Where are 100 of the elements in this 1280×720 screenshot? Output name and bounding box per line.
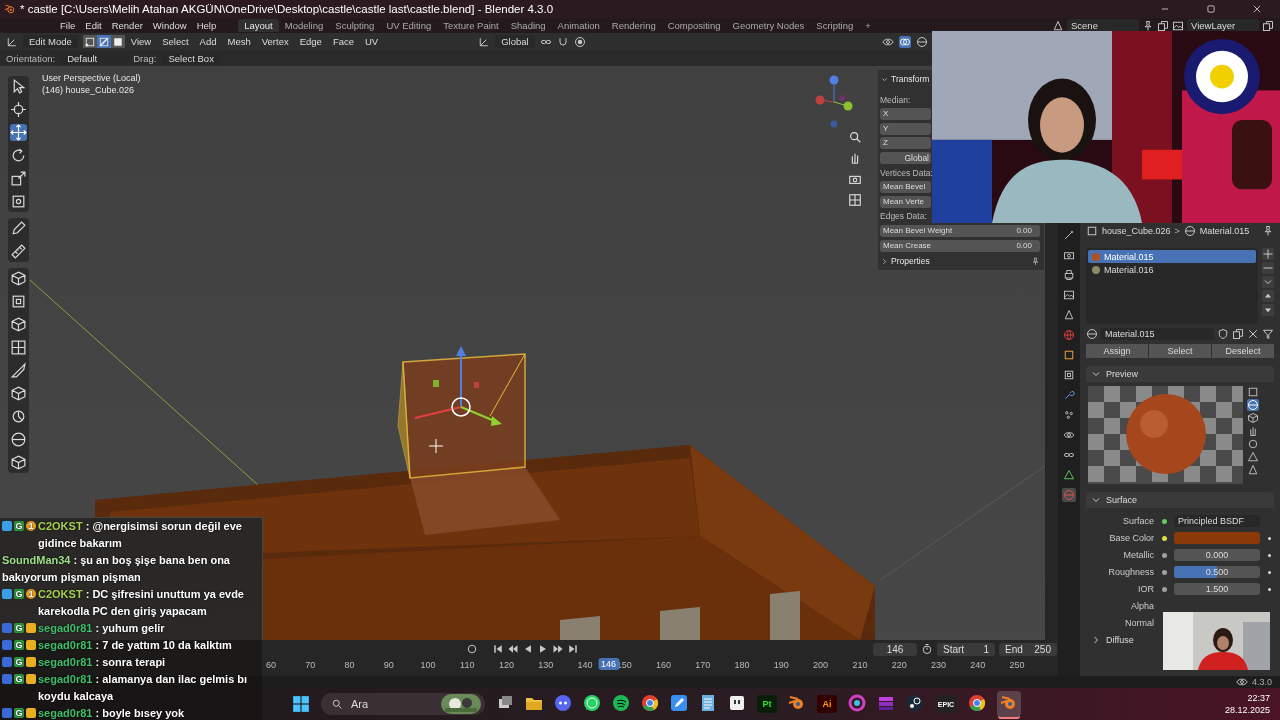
workspace-tab[interactable]: UV Editing [380, 19, 438, 32]
start-field[interactable]: Start 1 [937, 642, 995, 656]
field-value: 0.00 [1016, 224, 1032, 237]
frame-number: 60 [266, 660, 276, 670]
material-name: Material.015 [1199, 226, 1250, 236]
field-label: IOR [1137, 583, 1154, 595]
frame-number: 70 [305, 660, 316, 670]
field-label: Normal [1124, 617, 1154, 629]
frame-number: 240 [970, 660, 986, 670]
material-slot[interactable]: Material.015 [1088, 250, 1256, 263]
frame-number: 190 [773, 660, 789, 670]
breadcrumb-separator: > [1174, 226, 1180, 236]
frame-number: 160 [656, 660, 672, 670]
playhead[interactable]: 146 [598, 658, 620, 670]
panel-title[interactable]: Transform [891, 74, 930, 84]
object-info: (146) house_Cube.026 [42, 84, 136, 96]
menu-item[interactable]: View [130, 36, 152, 47]
field-label: Mean Crease [883, 239, 932, 252]
menu-item[interactable]: Select [162, 36, 189, 47]
field-label: Alpha [1129, 600, 1154, 612]
menu-item[interactable]: Add [199, 36, 217, 47]
view-name: User Perspective (Local) [42, 72, 141, 84]
slider[interactable]: 0.500 [1174, 566, 1260, 578]
frame-number: 130 [538, 660, 554, 670]
menu-item[interactable]: File [60, 20, 76, 31]
workspace-tab[interactable]: Layout [238, 19, 279, 32]
frame-number: 120 [499, 660, 515, 670]
chat-message: segad0r81 : 7 de yattım 10 da kalktım [38, 638, 233, 653]
chat-message: C2OKST : DC şifresini unuttum ya evde karekodla PC den giriş yapacam [38, 587, 245, 619]
field-label: Edges Data: [880, 210, 928, 223]
frame-number: 110 [460, 660, 475, 670]
panel-title[interactable]: Preview [1106, 369, 1138, 379]
chat-message: segad0r81 : alamanya dan ilac gelmis bı koydu kalcaya [38, 672, 249, 704]
app-button[interactable]: Pt [757, 695, 777, 713]
number-field[interactable]: Z [880, 137, 931, 150]
workspace-tab[interactable]: Sculpting [329, 19, 381, 32]
number-field[interactable]: 1.500 [1174, 583, 1260, 595]
toggle-button[interactable]: Global [880, 151, 931, 164]
menu-item[interactable]: Help [196, 20, 217, 31]
menu-item[interactable]: UV [365, 36, 379, 47]
mode-dropdown[interactable]: Edit Mode [23, 35, 78, 48]
number-field[interactable]: Y [880, 122, 931, 135]
panel-title[interactable]: Diffuse [1106, 635, 1134, 645]
frame-number: 250 [1009, 660, 1025, 670]
frame-field[interactable]: 146 [873, 642, 917, 656]
frame-number: 100 [420, 660, 436, 670]
slot-button[interactable]: Select [1149, 344, 1211, 358]
chat-username: segad0r81 [38, 673, 93, 685]
number-field[interactable]: Mean Crease 0.00 [880, 239, 1040, 252]
field-label: Orientation: [6, 52, 56, 64]
field-label: Mean Verte [883, 195, 924, 208]
field-label: X [883, 108, 889, 121]
menu-item[interactable]: Render [111, 20, 143, 31]
workspace-tab[interactable]: Scripting [810, 19, 860, 32]
search-bar[interactable]: Ara [321, 693, 485, 715]
workspace-tab[interactable]: Compositing [661, 19, 727, 32]
frame-number: 230 [930, 660, 946, 670]
field-label: Z [883, 137, 888, 150]
material-name-field[interactable]: Material.015 [1101, 328, 1214, 340]
frame-number: 180 [734, 660, 750, 670]
menu-item[interactable]: Face [332, 36, 354, 47]
number-field[interactable]: X [880, 108, 931, 121]
panel-title[interactable]: Surface [1106, 495, 1138, 505]
panel-title[interactable]: Properties [891, 256, 930, 267]
field-value: 1.500 [1205, 584, 1229, 594]
chat-username: C2OKST [38, 588, 83, 600]
shader-field[interactable]: Principled BSDF [1174, 515, 1260, 527]
orientation-dropdown[interactable]: Global [495, 35, 535, 48]
workspace-tab[interactable]: Modeling [278, 19, 330, 32]
menu-item[interactable]: Edit [85, 20, 102, 31]
slider[interactable]: 0.000 [1174, 549, 1260, 561]
chat-username: segad0r81 [38, 622, 93, 634]
number-field[interactable]: Mean Verte [880, 195, 931, 208]
version-label: 4.3.0 [1251, 677, 1272, 687]
chat-username: segad0r81 [38, 656, 93, 668]
slot-button[interactable]: Assign [1086, 344, 1148, 358]
frame-number: 220 [891, 660, 907, 670]
field-label: Surface [1121, 515, 1154, 527]
menu-item[interactable]: Window [152, 20, 187, 31]
number-field[interactable]: Mean Bevel Weight 0.00 [880, 224, 1040, 237]
number-field[interactable]: Mean Bevel [880, 181, 931, 194]
field-label: Roughness [1107, 566, 1154, 578]
menu-item[interactable]: Vertex [261, 36, 289, 47]
workspace-tab[interactable]: Geometry Nodes [726, 19, 811, 32]
workspace-tab[interactable]: Rendering [605, 19, 662, 32]
search-input[interactable]: Ara [349, 697, 435, 711]
workspace-tab[interactable]: Animation [551, 19, 606, 32]
frame-number: 140 [577, 660, 593, 670]
workspace-tab[interactable]: Texture Paint [437, 19, 505, 32]
chat-username: segad0r81 [38, 707, 93, 719]
workspace-tab[interactable]: Shading [504, 19, 552, 32]
object-name: house_Cube.026 [1102, 226, 1171, 236]
menu-item[interactable]: Edge [299, 36, 322, 47]
material-slot[interactable]: Material.016 [1088, 263, 1256, 276]
slot-button[interactable]: Deselect [1212, 344, 1274, 358]
menu-item[interactable]: Mesh [227, 36, 251, 47]
app-button[interactable]: Ai [817, 695, 837, 713]
end-field[interactable]: End 250 [999, 642, 1057, 656]
field-label: Base Color [1108, 532, 1154, 544]
add-workspace-button[interactable]: + [859, 19, 877, 32]
